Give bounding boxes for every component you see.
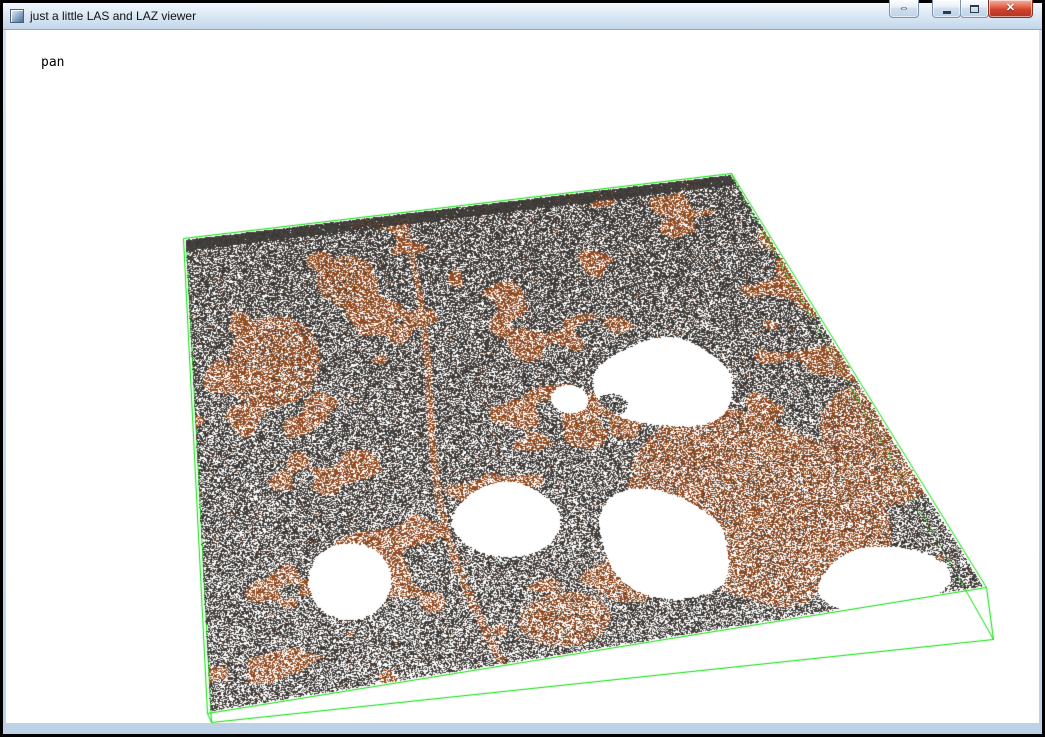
minimize-icon: [943, 11, 951, 14]
extra-window-button[interactable]: ⇔: [889, 0, 919, 18]
double-arrow-icon: ⇔: [899, 3, 910, 14]
window-controls: ⇔ ✕: [889, 0, 1033, 18]
mode-label: pan: [41, 55, 64, 70]
close-button[interactable]: ✕: [988, 0, 1033, 18]
maximize-button[interactable]: [960, 0, 989, 18]
close-icon: ✕: [1006, 3, 1015, 14]
viewer-canvas[interactable]: [0, 0, 1045, 737]
maximize-icon: [970, 5, 979, 13]
window-button-group: ✕: [933, 0, 1033, 18]
minimize-button[interactable]: [932, 0, 961, 18]
